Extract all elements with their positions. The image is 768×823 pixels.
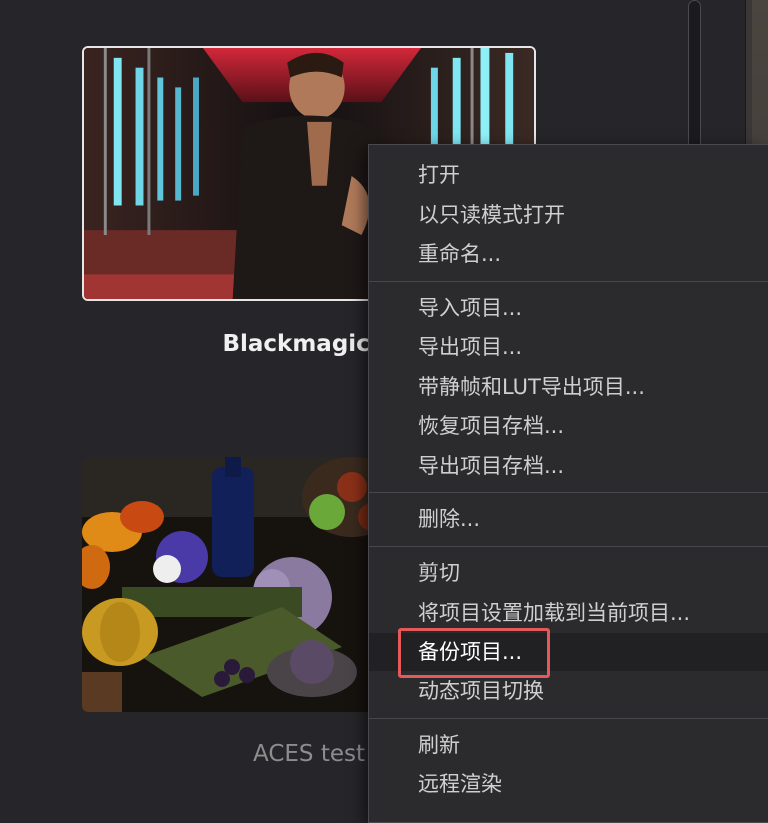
menu-item-restore-archive[interactable]: 恢复项目存档...	[369, 407, 768, 445]
scrollbar-thumb[interactable]	[688, 0, 701, 158]
menu-item-refresh[interactable]: 刷新	[369, 726, 768, 764]
menu-separator	[369, 546, 768, 547]
menu-separator	[369, 281, 768, 282]
menu-item-delete[interactable]: 删除...	[369, 500, 768, 538]
menu-item-load-settings[interactable]: 将项目设置加载到当前项目...	[369, 594, 768, 632]
menu-item-rename[interactable]: 重命名...	[369, 235, 768, 273]
menu-item-remote-rendering[interactable]: 远程渲染	[369, 765, 768, 803]
menu-item-cut[interactable]: 剪切	[369, 554, 768, 592]
menu-item-export-with-stills-luts[interactable]: 带静帧和LUT导出项目...	[369, 368, 768, 406]
menu-item-open[interactable]: 打开	[369, 156, 768, 194]
context-menu: 打开 以只读模式打开 重命名... 导入项目... 导出项目... 带静帧和LU…	[368, 144, 768, 823]
menu-item-export-project[interactable]: 导出项目...	[369, 328, 768, 366]
menu-item-import-project[interactable]: 导入项目...	[369, 289, 768, 327]
menu-item-open-read-only[interactable]: 以只读模式打开	[369, 196, 768, 234]
menu-item-backup-project[interactable]: 备份项目...	[369, 633, 768, 671]
menu-item-dynamic-project-switching[interactable]: 动态项目切换	[369, 672, 768, 710]
menu-separator	[369, 718, 768, 719]
menu-item-export-archive[interactable]: 导出项目存档...	[369, 447, 768, 485]
menu-separator	[369, 492, 768, 493]
